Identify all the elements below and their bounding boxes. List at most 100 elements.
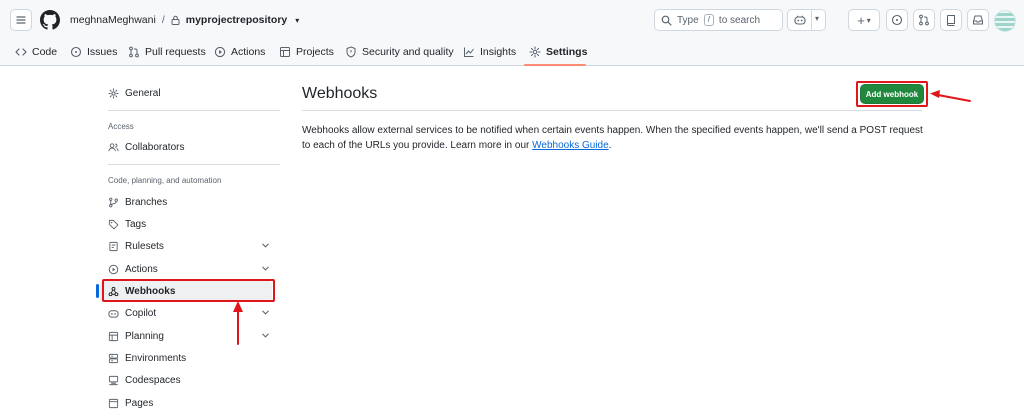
tab-security-label: Security and quality <box>362 46 454 58</box>
search-suffix: to search <box>718 14 761 26</box>
tab-projects-label: Projects <box>296 46 334 58</box>
sidebar-item-rulesets[interactable]: Rulesets <box>100 235 280 257</box>
tab-issues-label: Issues <box>87 46 118 58</box>
search-icon <box>661 15 672 26</box>
tab-pull-requests-label: Pull requests <box>145 46 206 58</box>
sidebar-item-label: Branches <box>125 196 168 208</box>
table-icon <box>280 47 290 57</box>
tab-insights-label: Insights <box>480 46 517 58</box>
branch-icon <box>109 197 118 207</box>
hamburger-icon <box>16 16 26 24</box>
chevron-down-icon[interactable] <box>261 308 270 317</box>
tab-insights[interactable]: Insights <box>463 38 516 66</box>
tab-security[interactable]: Security and quality <box>345 38 454 66</box>
arrow-icon <box>930 90 971 102</box>
lock-icon <box>171 15 180 25</box>
sidebar-item-label: Rulesets <box>125 240 164 252</box>
sidebar-item-branches[interactable]: Branches <box>100 191 280 213</box>
tab-actions[interactable]: Actions <box>214 38 265 66</box>
breadcrumb-separator: / <box>161 14 165 26</box>
search-shortcut-key: / <box>703 14 714 26</box>
sidebar-item-general[interactable]: General <box>100 82 280 104</box>
copilot-menu-button[interactable]: ▾ <box>787 9 826 31</box>
sidebar-item-environments[interactable]: Environments <box>100 347 280 369</box>
webhooks-guide-link[interactable]: Webhooks Guide <box>532 140 609 151</box>
tab-code[interactable]: Code <box>15 38 57 66</box>
pull-request-icon <box>129 46 139 58</box>
tab-settings[interactable]: Settings <box>529 38 587 66</box>
highlight-box-webhooks <box>102 279 275 302</box>
search-label: Type <box>677 14 699 26</box>
sidebar-item-actions[interactable]: Actions <box>100 258 280 280</box>
inbox-button[interactable] <box>967 9 989 31</box>
copilot-icon <box>108 309 119 318</box>
menu-button[interactable] <box>10 9 32 31</box>
plus-icon: + <box>857 12 865 28</box>
copilot-dropdown-icon[interactable]: ▾ <box>815 14 819 23</box>
create-new-button[interactable]: + ▾ <box>848 9 880 31</box>
chevron-down-icon[interactable] <box>261 264 270 273</box>
repo-dropdown-icon[interactable]: ▾ <box>295 16 299 25</box>
inbox-icon <box>973 15 983 25</box>
breadcrumb: meghnaMeghwani / myprojectrepository ▾ <box>70 14 299 26</box>
tab-projects[interactable]: Projects <box>279 38 334 66</box>
codespaces-icon <box>108 375 119 385</box>
repo-icon <box>947 15 955 26</box>
sidebar-item-codespaces[interactable]: Codespaces <box>100 369 280 391</box>
search-input[interactable]: Type / to search <box>654 9 783 31</box>
app-header: meghnaMeghwani / myprojectrepository ▾ T… <box>0 0 1024 66</box>
webhooks-description: Webhooks allow external services to be n… <box>302 123 932 153</box>
tab-code-label: Code <box>32 46 58 58</box>
owner-link[interactable]: meghnaMeghwani <box>70 14 156 26</box>
highlight-box-add-webhook <box>856 81 928 107</box>
tab-pull-requests[interactable]: Pull requests <box>128 38 206 66</box>
repo-tabs: Code Issues Pull requests Actions Projec… <box>0 38 1024 66</box>
play-icon <box>214 46 226 58</box>
title-divider <box>302 110 922 111</box>
sidebar-item-planning[interactable]: Planning <box>100 325 280 347</box>
sidebar-item-label: Pages <box>125 397 154 409</box>
browser-icon <box>108 398 119 408</box>
page-title: Webhooks <box>302 85 378 102</box>
sidebar-group-code: Code, planning, and automation <box>108 176 222 185</box>
sidebar-item-label: Collaborators <box>125 141 185 153</box>
sidebar-divider <box>108 164 280 165</box>
pull-requests-button[interactable] <box>913 9 935 31</box>
code-icon <box>15 48 27 56</box>
repo-link[interactable]: myprojectrepository <box>186 14 288 26</box>
description-suffix: . <box>608 140 612 151</box>
tab-settings-label: Settings <box>546 46 588 58</box>
sidebar-item-tags[interactable]: Tags <box>100 213 280 235</box>
copilot-icon <box>794 14 806 29</box>
play-icon <box>108 264 119 274</box>
avatar[interactable] <box>994 10 1016 32</box>
sidebar-item-label: General <box>125 87 161 99</box>
shield-icon <box>346 46 356 58</box>
tab-actions-label: Actions <box>231 46 266 58</box>
github-logo-icon[interactable] <box>40 10 60 30</box>
issue-icon <box>70 46 82 58</box>
sidebar-item-label: Copilot <box>125 307 157 319</box>
repositories-button[interactable] <box>940 9 962 31</box>
sidebar-item-label: Actions <box>125 263 158 275</box>
sidebar-item-collaborators[interactable]: Collaborators <box>100 136 280 158</box>
tab-issues[interactable]: Issues <box>70 38 117 66</box>
chevron-down-icon[interactable] <box>261 331 270 340</box>
sidebar-divider <box>108 110 280 111</box>
graph-icon <box>464 47 474 57</box>
arrow-icon <box>233 301 243 345</box>
pull-request-icon <box>919 14 929 26</box>
sidebar-item-label: Environments <box>125 352 187 364</box>
issue-icon <box>891 14 903 26</box>
sidebar-item-pages[interactable]: Pages <box>100 392 280 414</box>
sidebar-item-label: Planning <box>125 330 164 342</box>
sidebar-item-copilot[interactable]: Copilot <box>100 302 280 324</box>
issues-button[interactable] <box>886 9 908 31</box>
sidebar-item-label: Codespaces <box>125 374 181 386</box>
table-icon <box>108 331 119 341</box>
chevron-down-icon[interactable] <box>261 241 270 250</box>
ruleset-icon <box>109 241 118 251</box>
server-icon <box>108 353 119 363</box>
gear-icon <box>108 87 119 99</box>
sidebar-item-label: Tags <box>125 218 147 230</box>
